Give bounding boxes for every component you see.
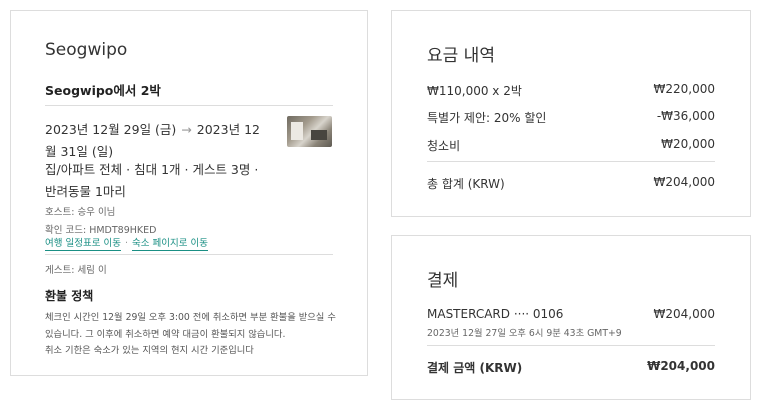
discount-value: -₩36,000 — [656, 109, 715, 123]
payment-title: 결제 — [427, 271, 459, 291]
thumbnail-shape — [311, 130, 327, 140]
payment-total-label: 결제 금액 (KRW) — [427, 361, 523, 375]
refund-policy-text: 체크인 시간인 12월 29일 오후 3:00 전에 취소하면 부분 환불을 받… — [45, 312, 336, 340]
payment-card: 결제 MASTERCARD ···· 0106 ₩204,000 2023년 1… — [391, 235, 751, 400]
nightly-rate-value: ₩220,000 — [653, 82, 716, 96]
price-summary-title: 요금 내역 — [427, 46, 495, 66]
cleaning-fee-value: ₩20,000 — [661, 137, 715, 151]
payment-total-value: ₩204,000 — [647, 359, 715, 373]
divider — [45, 254, 333, 255]
listing-details: 집/아파트 전체 · 침대 1개 · 게스트 3명 · 반려동물 1마리 — [45, 162, 259, 199]
refund-policy-title: 환불 정책 — [45, 289, 94, 303]
card-label: MASTERCARD ···· 0106 — [427, 307, 564, 321]
confirmation-code: 확인 코드: HMDT89HKED — [45, 225, 157, 236]
thumbnail-shape — [291, 122, 303, 140]
divider — [45, 105, 333, 106]
host-name: 호스트: 승우 이님 — [45, 207, 116, 218]
discount-label: 특별가 제안: 20% 할인 — [427, 111, 547, 125]
price-summary-card: 요금 내역 ₩110,000 x 2박 ₩220,000 특별가 제안: 20%… — [391, 10, 751, 217]
reservation-links: 여행 일정표로 이동 · 숙소 페이지로 이동 — [45, 235, 208, 251]
total-label: 총 합계 (KRW) — [427, 177, 505, 191]
trip-title: Seogwipo에서 2박 — [45, 83, 161, 98]
itinerary-link[interactable]: 여행 일정표로 이동 — [45, 238, 121, 251]
total-value: ₩204,000 — [653, 175, 716, 189]
divider — [427, 161, 715, 162]
refund-timezone-note: 취소 기한은 숙소가 있는 지역의 현지 시간 기준입니다 — [45, 345, 254, 356]
reservation-card: Seogwipo Seogwipo에서 2박 2023년 12월 29일 (금)… — [10, 10, 368, 376]
cleaning-fee-label: 청소비 — [427, 139, 461, 153]
card-amount: ₩204,000 — [653, 307, 716, 321]
arrow-right-icon: → — [181, 122, 192, 137]
date-range: 2023년 12월 29일 (금) → 2023년 12월 31일 (일) — [45, 119, 270, 163]
divider — [427, 345, 715, 346]
listing-page-link[interactable]: 숙소 페이지로 이동 — [132, 238, 208, 251]
listing-thumbnail[interactable] — [287, 116, 332, 147]
checkin-date: 2023년 12월 29일 (금) — [45, 122, 177, 137]
payment-timestamp: 2023년 12월 27일 오후 6시 9분 43초 GMT+9 — [427, 328, 622, 339]
nightly-rate-label: ₩110,000 x 2박 — [427, 84, 522, 98]
guest-name: 게스트: 세림 이 — [45, 265, 107, 276]
link-separator: · — [124, 238, 128, 249]
city-title: Seogwipo — [45, 40, 128, 60]
